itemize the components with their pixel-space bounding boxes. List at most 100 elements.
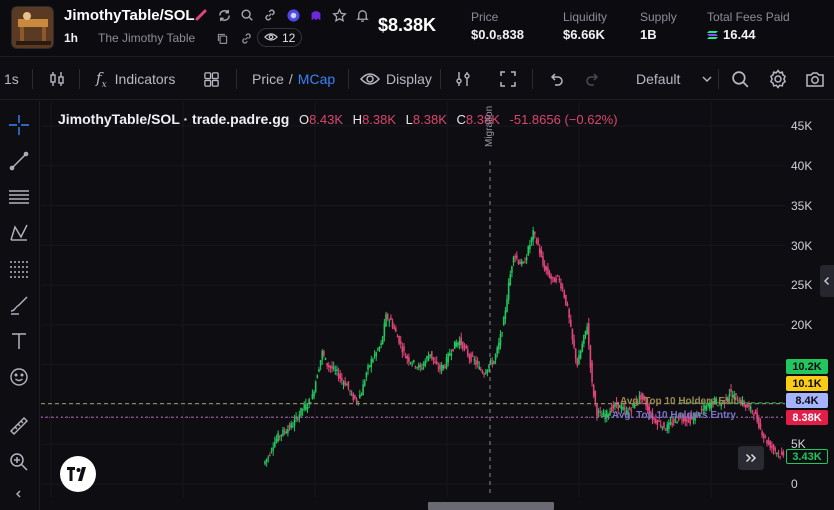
gear-icon[interactable] bbox=[768, 58, 788, 100]
candle-body bbox=[375, 352, 377, 357]
candle-body bbox=[586, 326, 588, 335]
emoji-icon[interactable] bbox=[7, 365, 31, 389]
candle-body bbox=[591, 361, 593, 383]
redo-icon[interactable] bbox=[585, 58, 601, 100]
refresh-icon[interactable] bbox=[216, 7, 232, 23]
candle-body bbox=[520, 260, 523, 265]
candle-body bbox=[767, 440, 770, 445]
timeframe-label[interactable]: 1h bbox=[64, 31, 78, 45]
candle-body bbox=[444, 366, 446, 368]
candle-body bbox=[398, 335, 400, 344]
ruler-icon[interactable] bbox=[7, 414, 31, 438]
candle-body bbox=[300, 407, 302, 416]
scroll-to-realtime-button[interactable] bbox=[738, 446, 764, 470]
toolbar-divider bbox=[532, 69, 533, 89]
candle-body bbox=[324, 357, 327, 360]
token-full-name: The Jimothy Table bbox=[98, 31, 196, 45]
copy-icon[interactable] bbox=[214, 30, 230, 46]
candle-body bbox=[453, 341, 456, 349]
tradingview-logo[interactable] bbox=[60, 456, 96, 492]
candle-body bbox=[430, 351, 433, 359]
horizontal-lines-icon[interactable] bbox=[7, 185, 31, 209]
brush-icon[interactable] bbox=[7, 293, 31, 317]
layout-label: Default bbox=[636, 71, 681, 87]
candle-body bbox=[303, 404, 306, 409]
candle-body bbox=[275, 438, 278, 443]
candle-type-icon[interactable] bbox=[48, 58, 66, 100]
stat-value: 1B bbox=[640, 27, 657, 42]
chart-area[interactable]: JimothyTable/SOL · trade.padre.gg O8.43K… bbox=[41, 101, 785, 497]
price-axis[interactable]: 45K 40K 35K 30K 25K 20K 5K 0 bbox=[785, 101, 834, 497]
layout-dropdown[interactable]: Default bbox=[636, 58, 712, 100]
candle-body bbox=[411, 363, 413, 365]
price-toggle-label[interactable]: Price bbox=[252, 71, 284, 87]
search-icon[interactable] bbox=[731, 58, 750, 100]
candle-body bbox=[605, 410, 608, 418]
crosshair-icon[interactable] bbox=[7, 113, 31, 137]
candle-body bbox=[468, 354, 471, 359]
star-icon[interactable] bbox=[331, 7, 347, 23]
chart-toolbar: 1s fx Indicators Price / MCap Display De… bbox=[0, 58, 834, 100]
price-mcap-toggle[interactable]: Price / MCap bbox=[252, 58, 335, 100]
toolbar-divider bbox=[236, 69, 237, 89]
candle-body bbox=[758, 417, 760, 428]
candle-body bbox=[748, 404, 750, 408]
price-chart[interactable] bbox=[41, 101, 785, 497]
legend-high: 8.38K bbox=[362, 112, 397, 127]
scroll-thumb[interactable] bbox=[428, 502, 554, 510]
candle-body bbox=[659, 424, 662, 427]
link-icon[interactable] bbox=[238, 30, 254, 46]
zoom-in-icon[interactable] bbox=[7, 450, 31, 474]
display-button[interactable]: Display bbox=[360, 58, 432, 100]
platform-icon[interactable] bbox=[285, 7, 301, 23]
mcap-toggle-label[interactable]: MCap bbox=[298, 71, 335, 87]
collapse-left-icon[interactable] bbox=[7, 487, 31, 501]
candle-body bbox=[771, 445, 773, 448]
candle-body bbox=[377, 349, 379, 351]
candle-body bbox=[448, 353, 451, 356]
indicators-button[interactable]: fx Indicators bbox=[96, 58, 175, 100]
candle-body bbox=[341, 377, 343, 381]
candle-body bbox=[587, 323, 590, 345]
candle-body bbox=[439, 364, 441, 370]
link-icon[interactable] bbox=[262, 7, 278, 23]
candle-body bbox=[744, 404, 747, 408]
candle-body bbox=[329, 365, 332, 368]
candle-body bbox=[458, 340, 461, 346]
candle-body bbox=[764, 436, 767, 438]
candle-body bbox=[368, 365, 371, 367]
candle-body bbox=[488, 364, 490, 369]
candle-body bbox=[777, 452, 780, 454]
search-icon[interactable] bbox=[239, 7, 255, 23]
candle-body bbox=[393, 326, 395, 329]
bell-icon[interactable] bbox=[354, 7, 370, 23]
pump-pill-icon[interactable] bbox=[193, 7, 209, 23]
camera-icon[interactable] bbox=[805, 58, 825, 100]
candle-body bbox=[548, 272, 551, 278]
toolbar-divider bbox=[718, 69, 719, 89]
fullscreen-icon[interactable] bbox=[499, 58, 517, 100]
settings-sliders-icon[interactable] bbox=[454, 58, 472, 100]
mascot-icon[interactable] bbox=[308, 7, 324, 23]
candle-body bbox=[663, 422, 665, 429]
pattern-icon[interactable] bbox=[7, 221, 31, 245]
trend-line-icon[interactable] bbox=[7, 149, 31, 173]
candle-body bbox=[499, 334, 502, 346]
undo-icon[interactable] bbox=[548, 58, 564, 100]
time-scroll-bar[interactable] bbox=[41, 497, 834, 510]
candle-body bbox=[535, 240, 538, 243]
candle-body bbox=[502, 317, 505, 326]
layout-grid-icon[interactable] bbox=[203, 58, 220, 100]
candle-body bbox=[321, 351, 324, 360]
text-icon[interactable] bbox=[7, 329, 31, 353]
fib-retracement-icon[interactable] bbox=[7, 257, 31, 281]
views-count: 12 bbox=[282, 30, 296, 45]
candle-body bbox=[466, 350, 469, 356]
token-avatar[interactable] bbox=[11, 6, 54, 49]
chevron-left-icon bbox=[824, 277, 829, 285]
candle-body bbox=[538, 247, 541, 254]
candle-body bbox=[522, 262, 525, 264]
candle-body bbox=[408, 357, 410, 362]
interval-selector[interactable]: 1s bbox=[4, 58, 19, 100]
expand-panel-tab[interactable] bbox=[820, 265, 834, 297]
